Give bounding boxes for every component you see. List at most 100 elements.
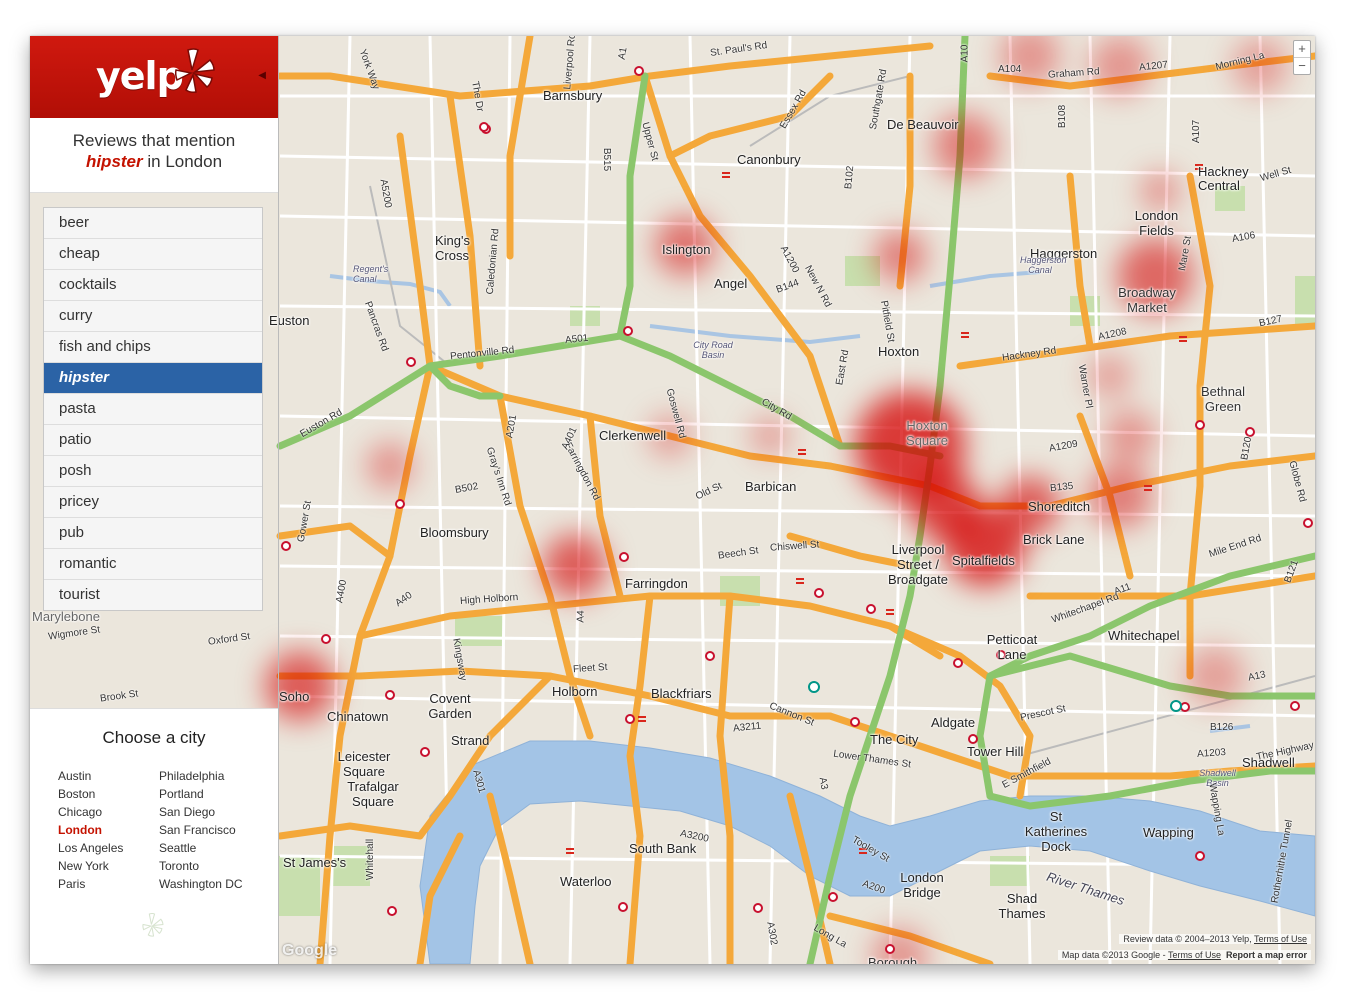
place-label: Petticoat Lane — [986, 632, 1038, 662]
road-label: A4 — [575, 610, 587, 623]
review-attribution-text: Review data © 2004–2013 Yelp, — [1123, 934, 1252, 944]
place-label: Brick Lane — [1023, 532, 1085, 547]
place-label: Barbican — [745, 479, 797, 494]
keyword-item-hipster[interactable]: hipster — [44, 363, 262, 394]
place-label: De Beauvoir — [887, 117, 959, 132]
keyword-item-romantic[interactable]: romantic — [44, 549, 262, 580]
city-link-chicago[interactable]: Chicago — [58, 803, 123, 821]
city-link-portland[interactable]: Portland — [159, 785, 243, 803]
place-label: Shad Thames — [998, 891, 1046, 921]
place-label: Whitechapel — [1108, 628, 1180, 643]
road-label: A3 — [816, 776, 830, 791]
place-label: Regent's Canal — [353, 264, 389, 284]
zoom-control: + − — [1293, 40, 1311, 75]
city-suffix: in London — [142, 152, 223, 171]
place-label: Tower Hill — [967, 744, 1024, 759]
keyword-item-beer[interactable]: beer — [44, 208, 262, 239]
keyword-item-pricey[interactable]: pricey — [44, 487, 262, 518]
place-label: Trafalgar Square — [347, 779, 399, 809]
yelp-burst-icon — [174, 48, 215, 93]
city-link-los-angeles[interactable]: Los Angeles — [58, 839, 123, 857]
place-label: Aldgate — [931, 715, 976, 730]
place-label: Borough — [868, 955, 918, 965]
city-link-philadelphia[interactable]: Philadelphia — [159, 767, 243, 785]
road-label: B126 — [1210, 722, 1234, 733]
road-label: B108 — [1057, 104, 1069, 129]
city-link-toronto[interactable]: Toronto — [159, 857, 243, 875]
report-error-link[interactable]: Report a map error — [1226, 950, 1307, 960]
road-label: A107 — [1191, 119, 1203, 144]
road-label: A1 — [616, 46, 630, 61]
city-panel-title: Choose a city — [102, 728, 206, 747]
keyword-item-pasta[interactable]: pasta — [44, 394, 262, 425]
place-label: Blackfriars — [651, 686, 712, 701]
map-attribution-text: Map data ©2013 Google - — [1061, 950, 1166, 960]
keyword-item-cocktails[interactable]: cocktails — [44, 270, 262, 301]
place-label: The City — [870, 732, 919, 747]
city-link-seattle[interactable]: Seattle — [159, 839, 243, 857]
city-panel: Choose a city Austin Boston Chicago London L… — [30, 708, 278, 964]
yelp-logo[interactable]: yelp — [96, 54, 184, 98]
keyword-item-pub[interactable]: pub — [44, 518, 262, 549]
keyword-item-tourist[interactable]: tourist — [44, 580, 262, 610]
place-label: Clerkenwell — [599, 428, 667, 443]
place-label: Chinatown — [327, 709, 389, 724]
place-label: Farringdon — [625, 576, 688, 591]
place-label: Wapping — [1143, 825, 1194, 840]
place-label: City Road Basin — [693, 340, 733, 360]
place-label: Shoreditch — [1028, 499, 1091, 514]
title-box: Reviews that mention hipster in London — [30, 118, 278, 193]
city-link-san-diego[interactable]: San Diego — [159, 803, 243, 821]
place-label: Bloomsbury — [420, 525, 489, 540]
road-label: A1203 — [1196, 747, 1227, 760]
place-label: South Bank — [629, 841, 697, 856]
place-label: London Fields — [1134, 208, 1179, 238]
selected-keyword: hipster — [85, 152, 143, 171]
google-logo[interactable]: Google — [282, 942, 337, 960]
keyword-list: beer cheap cocktails curry fish and chips hip… — [43, 207, 263, 611]
place-label: Waterloo — [560, 874, 612, 889]
keyword-item-patio[interactable]: patio — [44, 425, 262, 456]
city-link-san-francisco[interactable]: San Francisco — [159, 821, 243, 839]
place-label: St Katherines Dock — [1024, 809, 1088, 854]
place-label: Haggerston Canal — [1020, 255, 1067, 275]
keyword-item-posh[interactable]: posh — [44, 456, 262, 487]
city-link-new-york[interactable]: New York — [58, 857, 123, 875]
zoom-in-button[interactable]: + — [1294, 41, 1310, 58]
city-link-washington-dc[interactable]: Washington DC — [159, 875, 243, 893]
sidebar-divider — [278, 36, 279, 964]
city-link-austin[interactable]: Austin — [58, 767, 123, 785]
road-label: Whitehall — [365, 838, 377, 881]
city-link-boston[interactable]: Boston — [58, 785, 123, 803]
city-column-2: Philadelphia Portland San Diego San Francis… — [159, 767, 243, 893]
triangle-left-icon[interactable]: ◀ — [258, 70, 266, 81]
place-label: Islington — [662, 242, 711, 257]
place-label: Hoxton Square — [906, 418, 948, 448]
place-label: Hoxton — [878, 344, 920, 359]
place-label: St James's — [283, 855, 347, 870]
place-label: Hackney Central — [1198, 164, 1249, 193]
keyword-item-cheap[interactable]: cheap — [44, 239, 262, 270]
keyword-item-curry[interactable]: curry — [44, 301, 262, 332]
place-label: London Bridge — [900, 870, 944, 900]
road-label: A104 — [998, 64, 1022, 75]
review-terms-link[interactable]: Terms of Use — [1254, 934, 1307, 944]
place-label: Holborn — [552, 684, 598, 699]
place-label: Covent Garden — [428, 691, 472, 721]
keyword-item-fish-and-chips[interactable]: fish and chips — [44, 332, 262, 363]
city-link-paris[interactable]: Paris — [58, 875, 123, 893]
app-window: Barnsbury De Beauvoir Canonbury Hackney … — [30, 36, 1315, 964]
review-attribution: Review data © 2004–2013 Yelp, Terms of U… — [1119, 934, 1311, 944]
map-attribution: Map data ©2013 Google - Terms of Use Rep… — [1057, 950, 1311, 960]
page-subtitle: hipster in London — [30, 152, 278, 172]
place-label: Canonbury — [737, 152, 801, 167]
yelp-burst-icon — [142, 913, 164, 937]
place-label: Barnsbury — [543, 88, 603, 103]
zoom-out-button[interactable]: − — [1294, 58, 1310, 74]
city-column-1: Austin Boston Chicago London Los Angeles New … — [58, 767, 123, 893]
city-link-london[interactable]: London — [58, 821, 123, 839]
place-label: Broadway Market — [1118, 285, 1176, 315]
place-label: Spitalfields — [952, 553, 1015, 568]
road-label: B102 — [843, 165, 857, 190]
map-terms-link[interactable]: Terms of Use — [1168, 950, 1221, 960]
